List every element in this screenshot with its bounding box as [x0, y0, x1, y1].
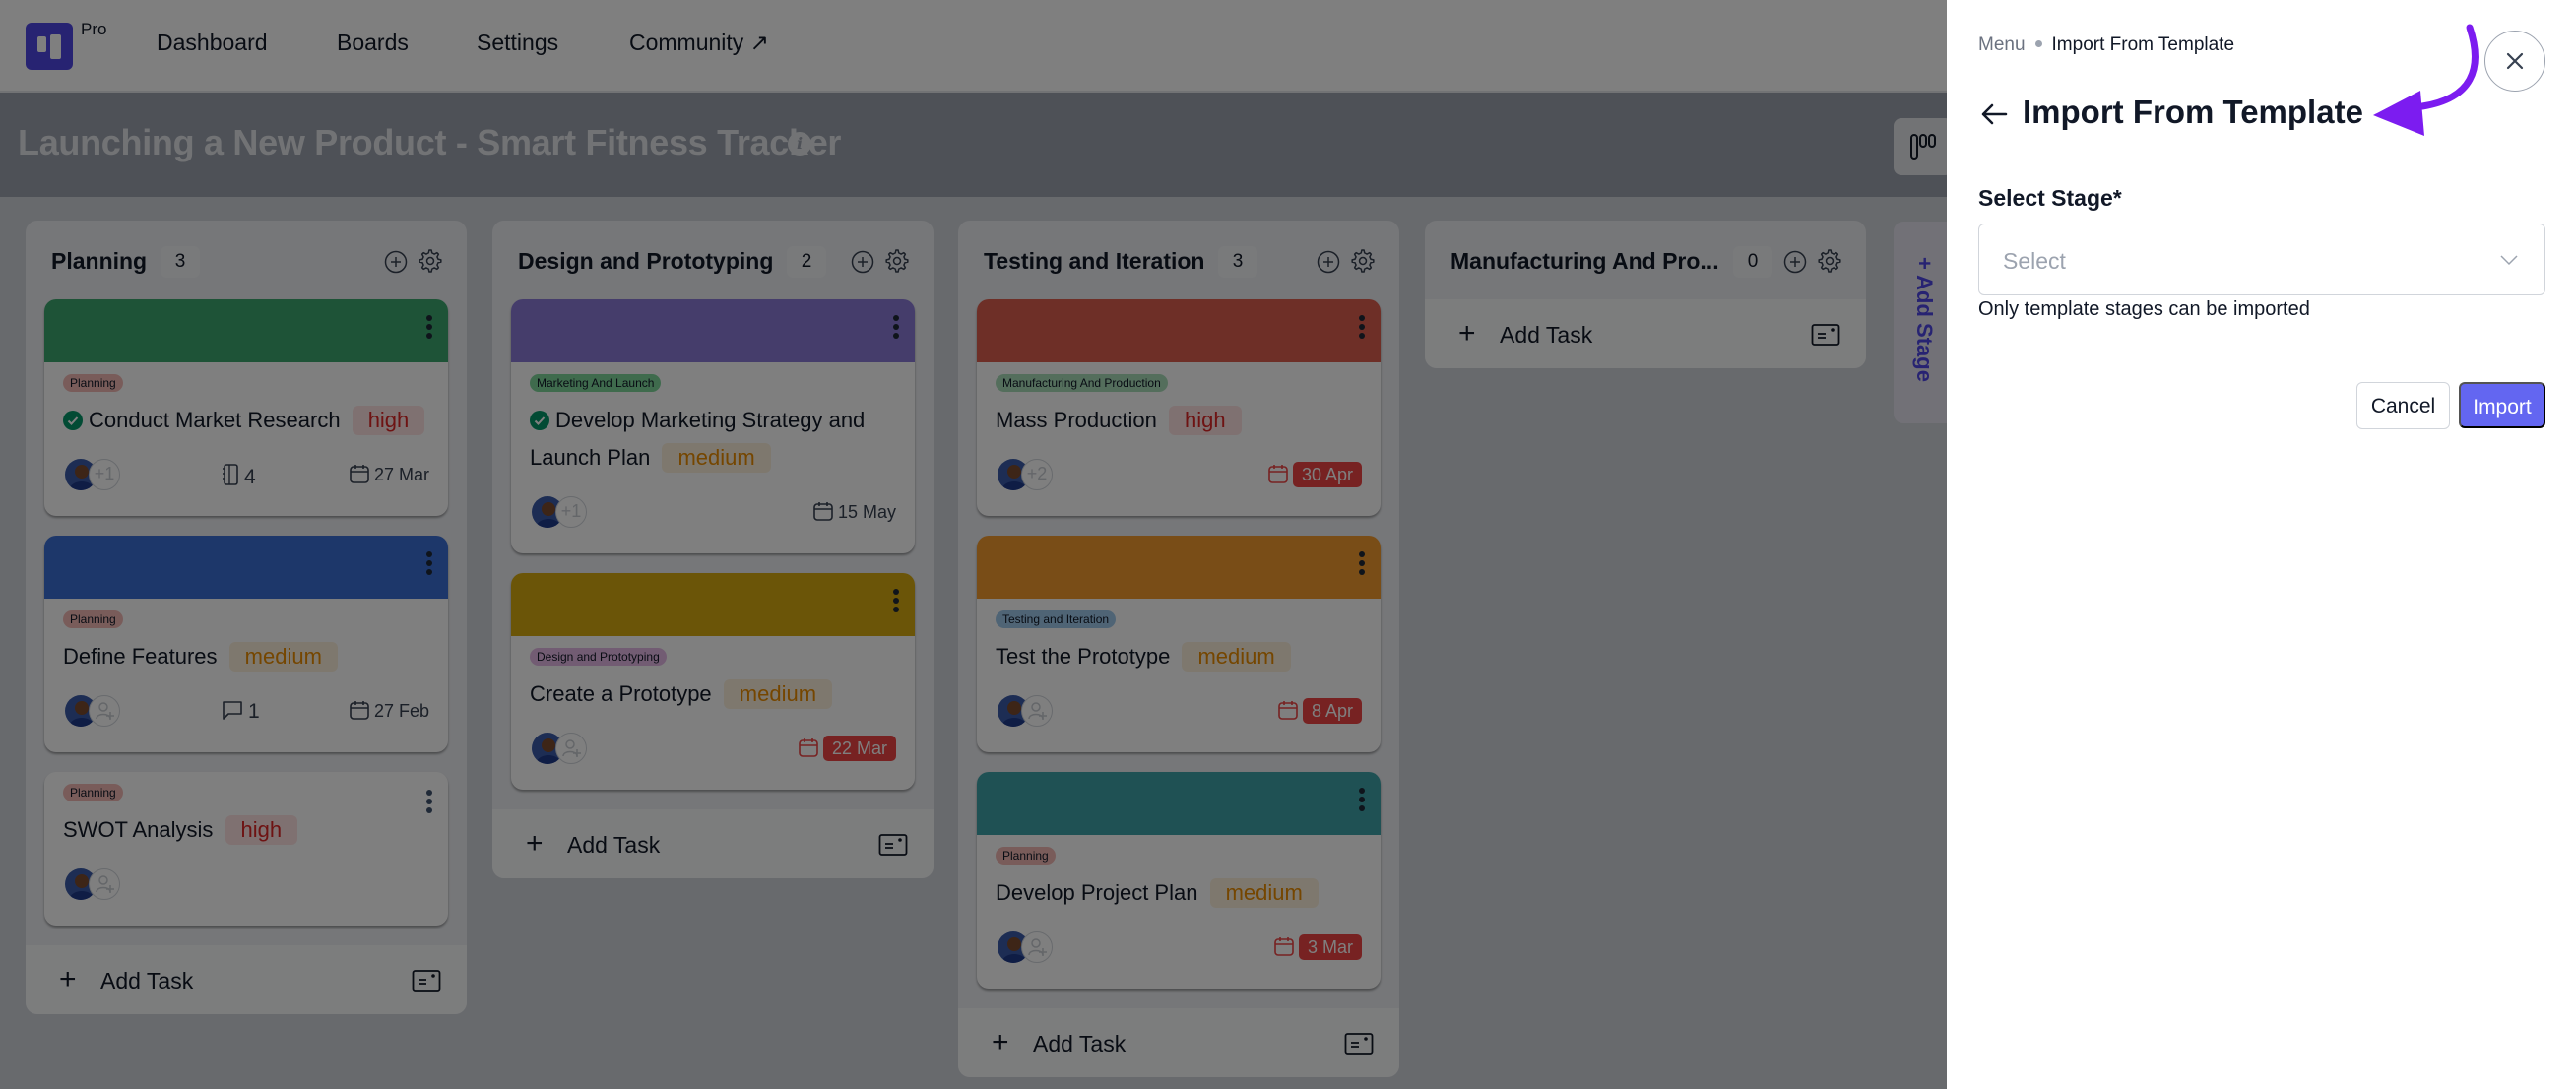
card-menu-button[interactable] [426, 790, 432, 813]
annotation-arrow-icon [2373, 24, 2479, 136]
select-hint: Only template stages can be imported [1978, 298, 2310, 320]
import-template-drawer: Menu Import From Template Import From Tem… [1947, 0, 2576, 1089]
select-stage-label: Select Stage* [1978, 185, 2122, 211]
select-placeholder: Select [2003, 248, 2066, 274]
cancel-button[interactable]: Cancel [2356, 382, 2450, 429]
breadcrumb-separator [2034, 40, 2042, 47]
breadcrumb-menu[interactable]: Menu [1978, 34, 2026, 55]
arrow-left-icon [1981, 103, 2008, 125]
modal-backdrop[interactable] [0, 0, 1947, 1089]
chevron-down-icon [2500, 255, 2518, 266]
select-stage-dropdown[interactable]: Select [1978, 224, 2545, 295]
breadcrumb-current: Import From Template [2051, 34, 2235, 55]
breadcrumb: Menu Import From Template [1978, 34, 2234, 56]
drawer-title: Import From Template [2023, 94, 2363, 130]
back-button[interactable] [1978, 98, 2010, 135]
close-icon [2506, 52, 2524, 70]
import-button[interactable]: Import [2459, 382, 2545, 428]
